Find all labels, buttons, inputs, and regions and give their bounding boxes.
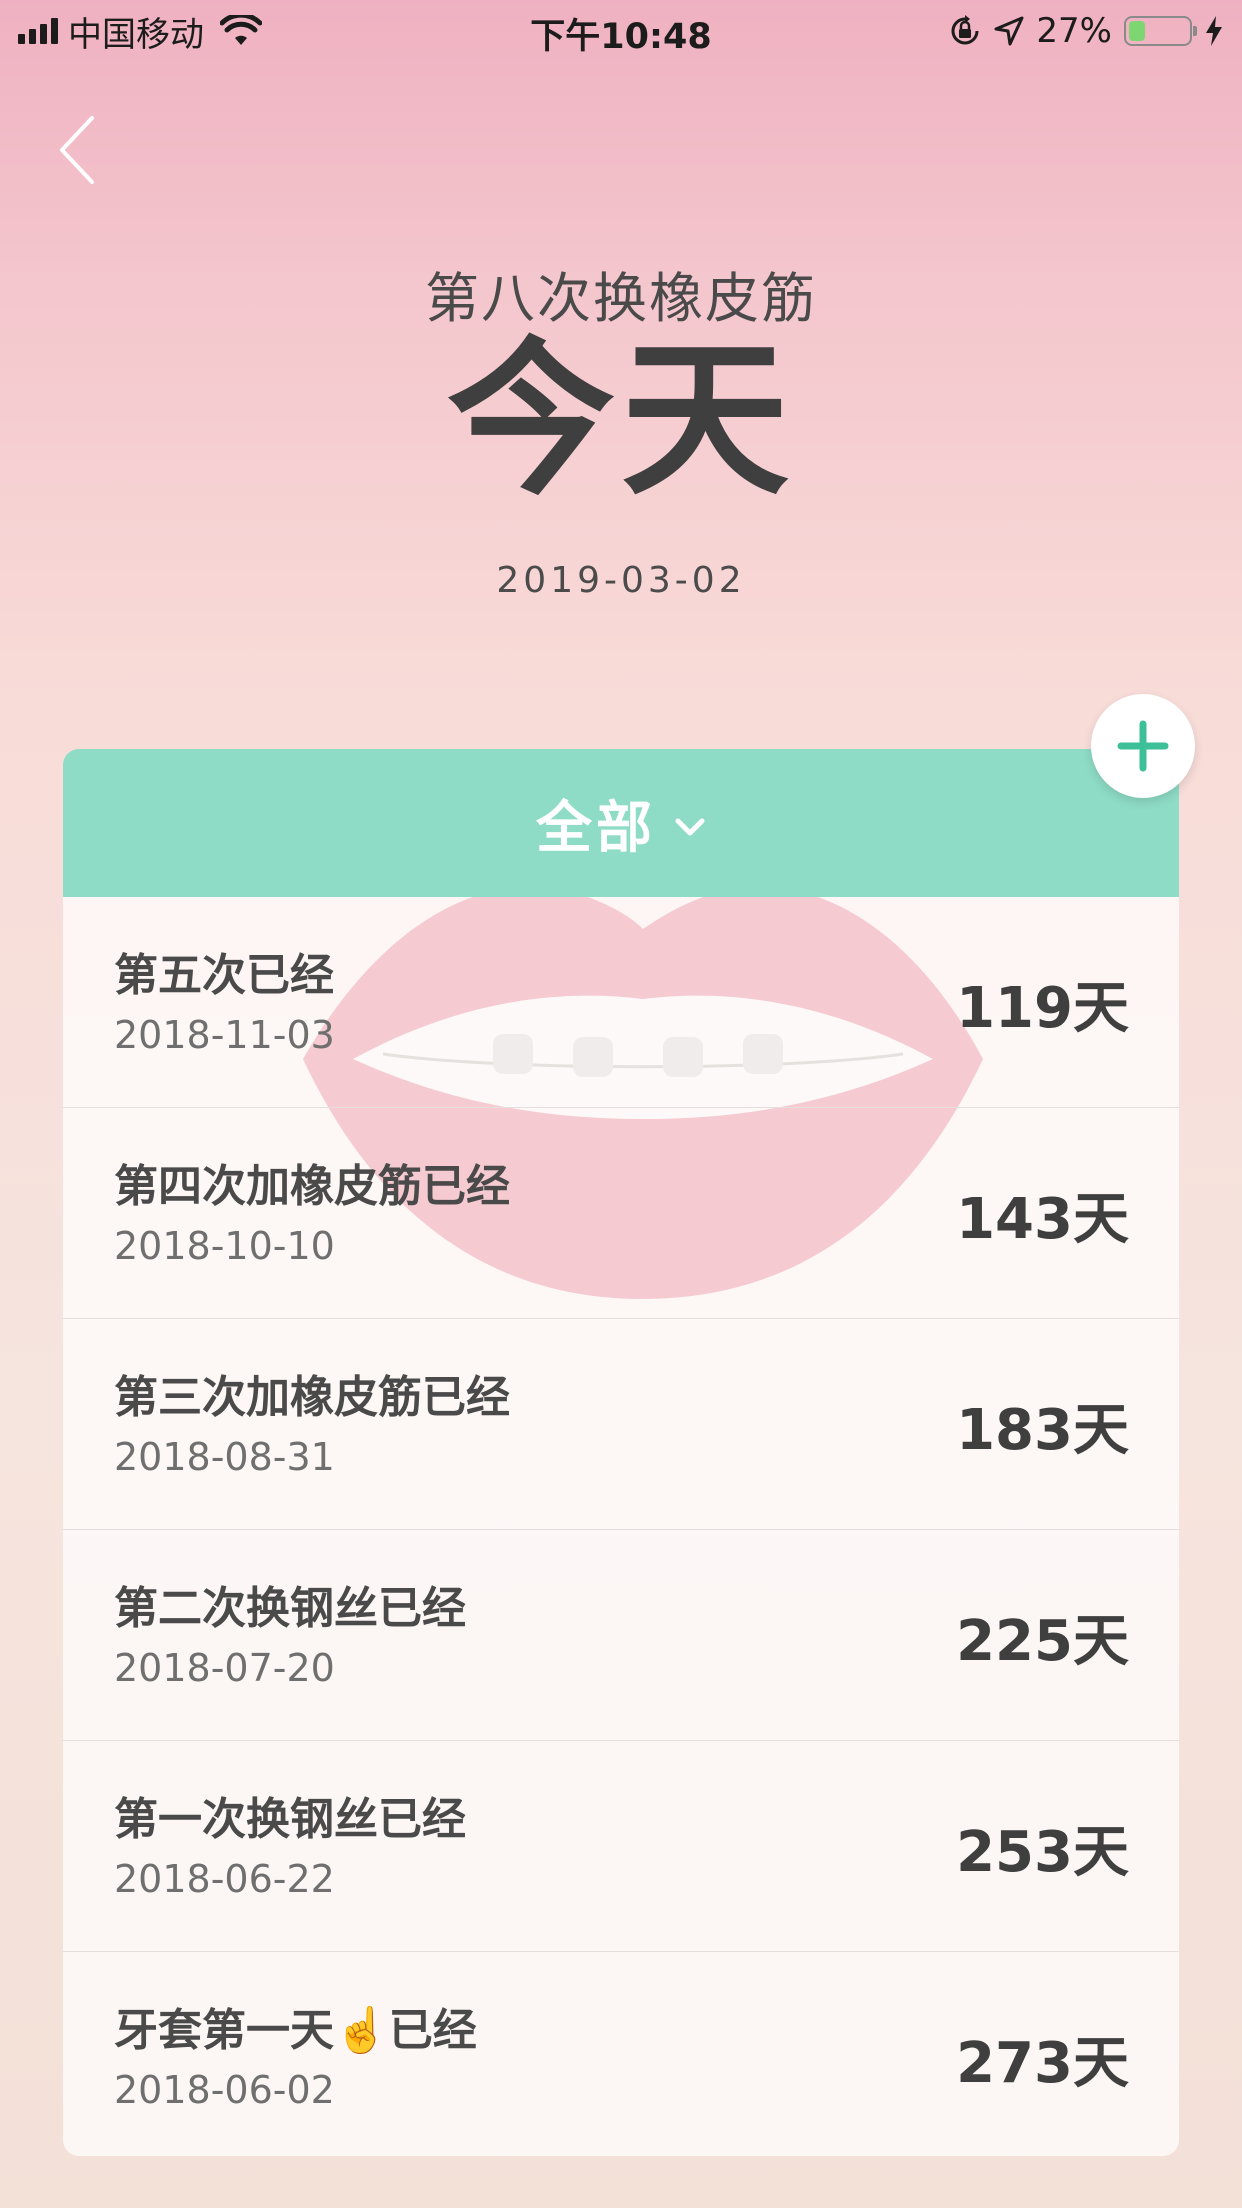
event-title: 第三次加橡皮筋已经 (114, 1372, 510, 1423)
event-days: 225天 (956, 1609, 1129, 1674)
event-days: 253天 (956, 1820, 1129, 1885)
event-title: 牙套第一天☝️已经 (114, 2005, 477, 2056)
event-date: 2018-08-31 (114, 1435, 335, 1479)
chevron-down-icon (675, 818, 705, 836)
filter-dropdown[interactable]: 全部 (63, 749, 1179, 897)
list-item[interactable]: 第四次加橡皮筋已经 2018-10-10 143天 (63, 1108, 1179, 1319)
list-item[interactable]: 第二次换钢丝已经 2018-07-20 225天 (63, 1530, 1179, 1741)
hero-day-label: 今天 (447, 322, 795, 518)
event-list: 第五次已经 2018-11-03 119天 第四次加橡皮筋已经 2018-10-… (63, 897, 1179, 2156)
event-date: 2018-06-02 (114, 2068, 335, 2112)
charging-icon (1206, 16, 1222, 46)
status-right: 27% (948, 10, 1224, 52)
event-date: 2018-11-03 (114, 1013, 335, 1057)
add-event-button[interactable] (1091, 694, 1195, 798)
event-list-card: 全部 第五次已经 2018-11-03 119天 第四次加橡皮筋已经 2018-… (63, 749, 1179, 2156)
location-icon (994, 16, 1024, 46)
event-days: 183天 (956, 1398, 1129, 1463)
event-date: 2018-10-10 (114, 1224, 335, 1268)
list-item[interactable]: 第五次已经 2018-11-03 119天 (63, 897, 1179, 1108)
list-item[interactable]: 牙套第一天☝️已经 2018-06-02 273天 (63, 1952, 1179, 2156)
status-bar: 中国移动 下午10:48 27% (0, 0, 1242, 62)
event-title: 第五次已经 (114, 950, 334, 1001)
chevron-left-icon (60, 116, 94, 184)
event-title: 第四次加橡皮筋已经 (114, 1161, 510, 1212)
event-days: 143天 (956, 1187, 1129, 1252)
event-date: 2018-07-20 (114, 1646, 335, 1690)
event-date: 2018-06-22 (114, 1857, 335, 1901)
event-days: 119天 (956, 976, 1129, 1041)
event-title: 第一次换钢丝已经 (114, 1794, 466, 1845)
list-item[interactable]: 第三次加橡皮筋已经 2018-08-31 183天 (63, 1319, 1179, 1530)
event-title: 第二次换钢丝已经 (114, 1583, 466, 1634)
list-item[interactable]: 第一次换钢丝已经 2018-06-22 253天 (63, 1741, 1179, 1952)
battery-icon (1124, 16, 1197, 46)
rotation-lock-icon (951, 15, 979, 45)
battery-level (1129, 21, 1145, 41)
event-days: 273天 (956, 2031, 1129, 2096)
plus-icon (1117, 720, 1169, 772)
filter-label: 全部 (536, 795, 656, 861)
hero-date: 2019-03-02 (496, 560, 746, 601)
back-button[interactable] (52, 112, 112, 188)
battery-percent: 27% (1036, 11, 1112, 51)
